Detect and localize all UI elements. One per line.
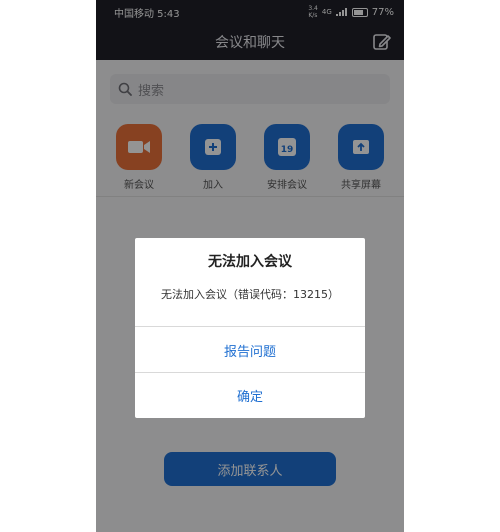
error-dialog: 无法加入会议 无法加入会议（错误代码：13215） 报告问题 确定: [135, 238, 365, 418]
ok-button[interactable]: 确定: [135, 373, 365, 417]
report-problem-button[interactable]: 报告问题: [135, 328, 365, 372]
dialog-message: 无法加入会议（错误代码：13215）: [161, 288, 339, 301]
dialog-title: 无法加入会议: [208, 254, 292, 270]
phone-screen: 中国移动 5:43 3.4 K/s 4G 77% 会议和聊天 搜索 新会议 加入…: [96, 0, 404, 532]
dialog-divider: [135, 326, 365, 327]
